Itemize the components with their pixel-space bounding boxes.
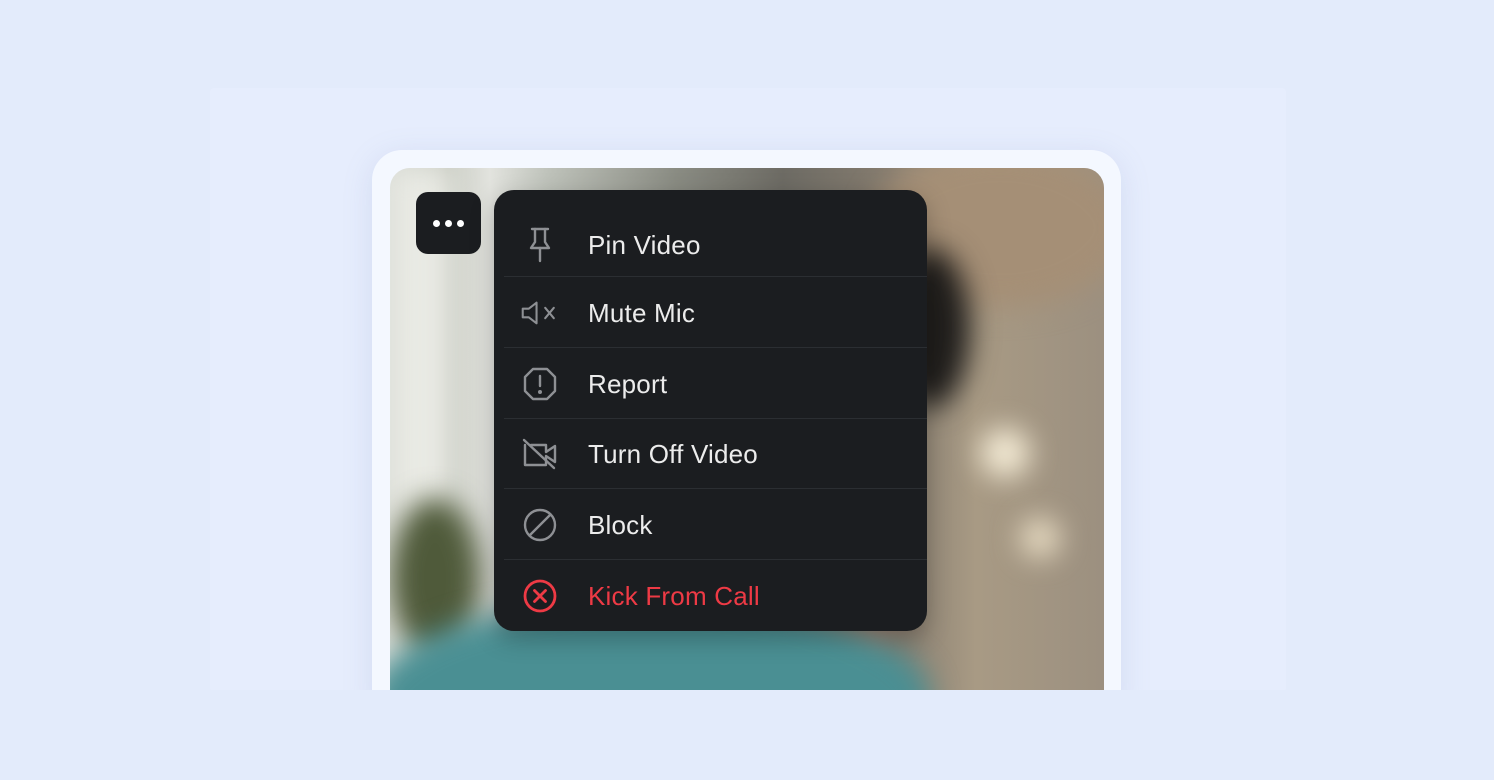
video-bg-light [980, 428, 1030, 478]
participant-options-menu: Pin Video Mute Mic Report Turn Off Video… [494, 190, 927, 631]
menu-item-label: Mute Mic [588, 297, 696, 328]
menu-item-mute-mic[interactable]: Mute Mic [494, 278, 927, 348]
menu-item-label: Turn Off Video [588, 438, 758, 469]
speaker-mute-icon [521, 294, 559, 332]
more-horizontal-icon [457, 219, 464, 227]
page-background: Pin Video Mute Mic Report Turn Off Video… [0, 0, 1494, 780]
menu-item-kick-from-call[interactable]: Kick From Call [494, 561, 927, 631]
menu-item-label: Kick From Call [588, 580, 760, 611]
more-horizontal-icon [433, 219, 440, 227]
menu-item-label: Pin Video [588, 229, 701, 260]
menu-divider [504, 488, 927, 489]
video-bg-light [1020, 518, 1060, 558]
menu-item-label: Report [588, 368, 668, 399]
menu-divider [504, 559, 927, 560]
more-options-button[interactable] [416, 192, 481, 254]
alert-circle-icon [521, 365, 559, 403]
menu-item-block[interactable]: Block [494, 490, 927, 560]
pin-icon [521, 226, 559, 264]
menu-item-pin-video[interactable]: Pin Video [494, 210, 927, 280]
close-circle-icon [521, 577, 559, 615]
menu-item-report[interactable]: Report [494, 349, 927, 419]
video-off-icon [521, 435, 559, 473]
menu-item-label: Block [588, 509, 653, 540]
page-bottom [0, 690, 1494, 780]
more-horizontal-icon [445, 219, 452, 227]
menu-divider [504, 347, 927, 348]
block-icon [521, 506, 559, 544]
menu-divider [504, 276, 927, 277]
menu-item-turn-off-video[interactable]: Turn Off Video [494, 419, 927, 489]
